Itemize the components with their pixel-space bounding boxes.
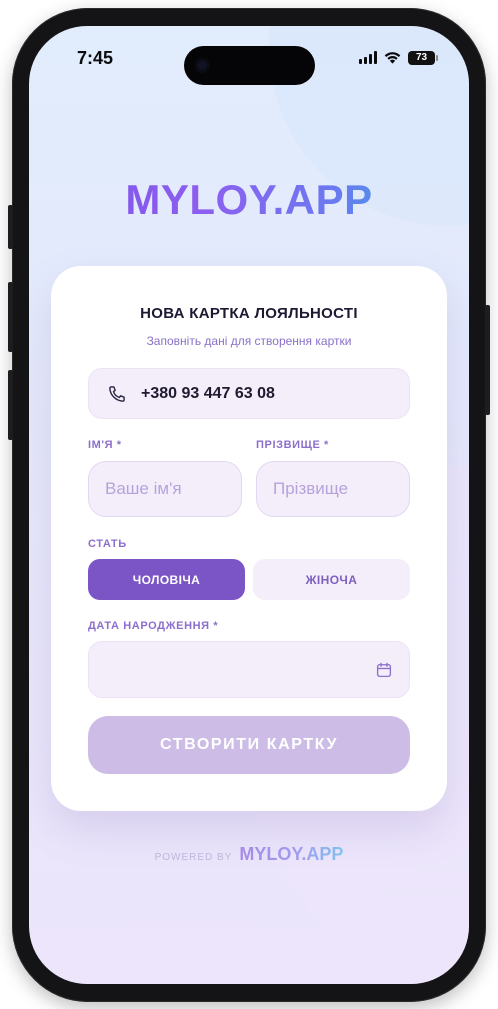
calendar-icon[interactable] [375, 661, 393, 679]
form-subtitle: Заповніть дані для створення картки [146, 334, 352, 348]
gender-male-button[interactable]: ЧОЛОВІЧА [88, 559, 245, 600]
status-icons: 73 [359, 50, 438, 65]
status-time: 7:45 [77, 48, 114, 68]
phone-value: +380 93 447 63 08 [141, 384, 275, 402]
powered-by-text: POWERED BY [154, 852, 233, 863]
form-title: НОВА КАРТКА ЛОЯЛЬНОСТІ [140, 305, 358, 322]
camera-icon [195, 58, 210, 73]
phone-icon [109, 385, 125, 402]
birth-date-input[interactable] [88, 641, 410, 698]
battery-icon: 73 [408, 50, 438, 65]
gender-female-button[interactable]: ЖІНОЧА [253, 559, 410, 600]
birth-date-label: ДАТА НАРОДЖЕННЯ * [88, 620, 219, 632]
first-name-label: ІМ'Я * [88, 439, 122, 451]
volume-up-button [8, 282, 13, 352]
last-name-label: ПРІЗВИЩЕ * [256, 439, 329, 451]
action-button [8, 205, 13, 249]
dynamic-island [184, 46, 315, 85]
volume-down-button [8, 370, 13, 440]
wifi-icon [384, 52, 401, 64]
last-name-input[interactable] [256, 461, 410, 517]
phone-field[interactable]: +380 93 447 63 08 [88, 368, 410, 419]
battery-level: 73 [415, 52, 428, 63]
create-card-button[interactable]: СТВОРИТИ КАРТКУ [88, 716, 410, 774]
first-name-input[interactable] [88, 461, 242, 517]
power-button [485, 305, 490, 415]
gender-label: СТАТЬ [88, 538, 127, 550]
screen: 7:45 73 MYLOY.APP НОВА КАРТКА ЛОЯЛЬНОСТІ… [29, 26, 469, 984]
footer-logo[interactable]: MYLOY.APP [239, 844, 343, 865]
loyalty-card-form: НОВА КАРТКА ЛОЯЛЬНОСТІ Заповніть дані дл… [51, 266, 447, 811]
brand-logo: MYLOY.APP [29, 176, 469, 224]
powered-by: POWERED BY MYLOY.APP [29, 844, 469, 865]
cellular-signal-icon [359, 51, 377, 64]
